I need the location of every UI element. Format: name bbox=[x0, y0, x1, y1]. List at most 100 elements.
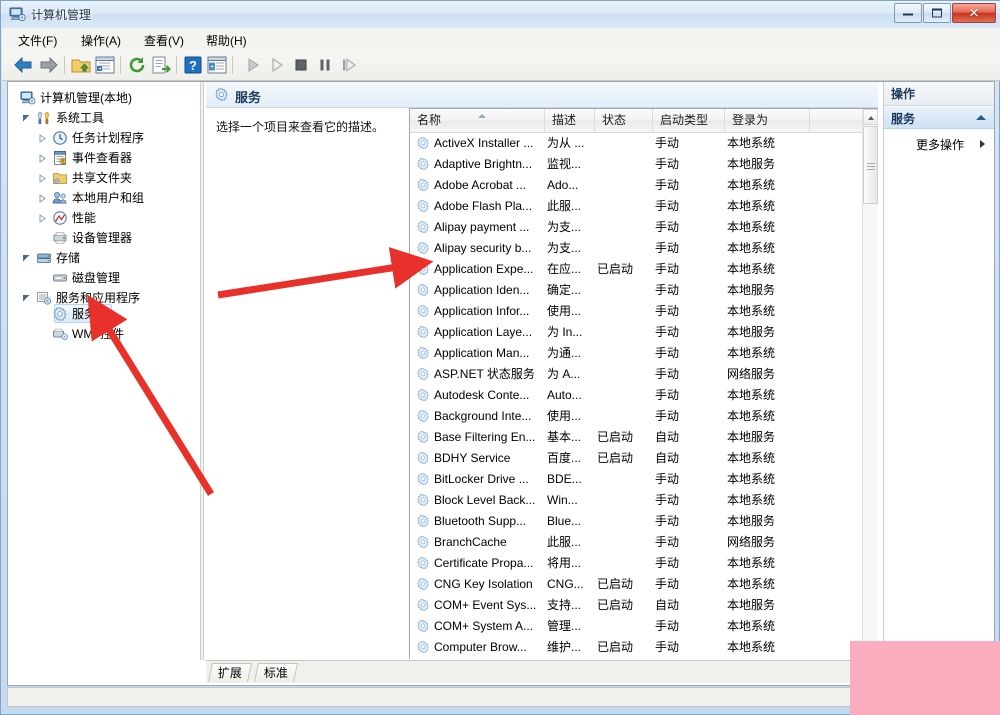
menu-view[interactable]: 查看(V) bbox=[140, 31, 188, 50]
column-header-log-on-as[interactable]: 登录为 bbox=[725, 109, 810, 132]
menu-action[interactable]: 操作(A) bbox=[77, 31, 125, 50]
expander-expanded-icon[interactable] bbox=[22, 114, 31, 123]
close-button[interactable]: ✕ bbox=[952, 3, 996, 23]
actions-group-services[interactable]: 服务 bbox=[884, 107, 994, 129]
cell-description: 支持... bbox=[547, 598, 582, 612]
collapse-up-icon[interactable] bbox=[976, 115, 986, 120]
table-row[interactable]: Background Inte... 使用... 手动 本地系统 bbox=[410, 406, 878, 427]
cell-description: 将用... bbox=[547, 556, 582, 570]
tab-standard[interactable]: 标准 bbox=[253, 663, 299, 682]
console-tree-pane[interactable]: 计算机管理(本地) 系统工具 任务计划程序 事件查看器 共享文件夹 本地用户和组… bbox=[8, 82, 200, 660]
minimize-button[interactable] bbox=[894, 3, 922, 23]
table-row[interactable]: COM+ System A... 管理... 手动 本地系统 bbox=[410, 616, 878, 637]
column-header-filler[interactable] bbox=[810, 109, 862, 132]
restart-service-button[interactable] bbox=[338, 54, 360, 76]
cell-status bbox=[597, 364, 653, 385]
table-row[interactable]: CNG Key Isolation CNG... 已启动 手动 本地系统 bbox=[410, 574, 878, 595]
expander-collapsed-icon[interactable] bbox=[38, 214, 47, 223]
export-list-icon bbox=[152, 56, 171, 74]
table-row[interactable]: Certificate Propa... 将用... 手动 本地系统 bbox=[410, 553, 878, 574]
action-more-actions[interactable]: 更多操作 bbox=[884, 134, 994, 154]
expander-expanded-icon[interactable] bbox=[22, 294, 31, 303]
cell-description: 管理... bbox=[547, 619, 582, 633]
table-row[interactable]: Adobe Flash Pla... 此服... 手动 本地系统 bbox=[410, 196, 878, 217]
table-row[interactable]: ASP.NET 状态服务为 A... 手动 网络服务 bbox=[410, 364, 878, 385]
table-row[interactable]: ActiveX Installer ... 为从 ... 手动 本地系统 bbox=[410, 133, 878, 154]
resume-service-button[interactable] bbox=[266, 54, 288, 76]
properties-button[interactable] bbox=[206, 54, 228, 76]
cell-service-name: COM+ System A... bbox=[434, 619, 534, 633]
export-list-button[interactable] bbox=[150, 54, 172, 76]
table-row[interactable]: Adobe Acrobat ... Ado... 手动 本地系统 bbox=[410, 175, 878, 196]
table-row[interactable]: BitLocker Drive ... BDE... 手动 本地系统 bbox=[410, 469, 878, 490]
expander-collapsed-icon[interactable] bbox=[38, 154, 47, 163]
view-tabs: 扩展 标准 bbox=[206, 660, 878, 683]
table-row[interactable]: COM+ Event Sys... 支持... 已启动 自动 本地服务 bbox=[410, 595, 878, 616]
cell-status bbox=[597, 385, 653, 406]
cell-log-on-as: 本地服务 bbox=[727, 157, 776, 171]
list-vertical-scrollbar[interactable] bbox=[862, 109, 878, 660]
cell-status bbox=[597, 280, 653, 301]
tab-extended[interactable]: 扩展 bbox=[207, 663, 253, 682]
toolbar: ? bbox=[2, 50, 1000, 81]
column-header-description[interactable]: 描述 bbox=[545, 109, 595, 132]
submenu-arrow-icon bbox=[980, 140, 985, 148]
services-list-view[interactable]: 名称 描述 状态 启动类型 登录为 ActiveX Installer ... 为… bbox=[409, 108, 878, 660]
cell-description: 为支... bbox=[547, 220, 582, 234]
table-row[interactable]: BDHY Service 百度... 已启动 自动 本地系统 bbox=[410, 448, 878, 469]
services-list-body[interactable]: ActiveX Installer ... 为从 ... 手动 本地系统 Adaptiv… bbox=[410, 133, 878, 660]
table-row[interactable]: Computer Brow... 维护... 已启动 手动 本地系统 bbox=[410, 637, 878, 658]
start-service-button[interactable] bbox=[242, 54, 264, 76]
table-row[interactable]: Application Laye... 为 In... 手动 本地服务 bbox=[410, 322, 878, 343]
table-row[interactable]: Application Expe... 在应... 已启动 手动 本地系统 bbox=[410, 259, 878, 280]
help-button[interactable]: ? bbox=[182, 54, 204, 76]
cell-status bbox=[597, 511, 653, 532]
cell-service-name: ActiveX Installer ... bbox=[434, 136, 534, 150]
pause-service-button[interactable] bbox=[314, 54, 336, 76]
forward-button[interactable] bbox=[38, 54, 60, 76]
stop-service-button[interactable] bbox=[290, 54, 312, 76]
column-header-startup-type[interactable]: 启动类型 bbox=[653, 109, 725, 132]
service-gear-icon bbox=[417, 577, 429, 591]
services-pane-header: 服务 bbox=[206, 82, 878, 108]
table-row[interactable]: Autodesk Conte... Auto... 手动 本地系统 bbox=[410, 385, 878, 406]
thumb-grip-line bbox=[867, 163, 875, 164]
table-row[interactable]: Bluetooth Supp... Blue... 手动 本地服务 bbox=[410, 511, 878, 532]
menu-help[interactable]: 帮助(H) bbox=[202, 31, 251, 50]
table-row[interactable]: Adaptive Brightn... 监视... 手动 本地服务 bbox=[410, 154, 878, 175]
table-row[interactable]: Application Man... 为通... 手动 本地系统 bbox=[410, 343, 878, 364]
expander-collapsed-icon[interactable] bbox=[38, 134, 47, 143]
table-row[interactable]: Alipay payment ... 为支... 手动 本地系统 bbox=[410, 217, 878, 238]
up-one-level-button[interactable] bbox=[70, 54, 92, 76]
cell-status bbox=[597, 217, 653, 238]
cell-startup-type: 手动 bbox=[655, 535, 680, 549]
cell-service-name: BranchCache bbox=[434, 535, 507, 549]
cell-startup-type: 手动 bbox=[655, 157, 680, 171]
menu-file[interactable]: 文件(F) bbox=[14, 31, 61, 50]
table-row[interactable]: BranchCache 此服... 手动 网络服务 bbox=[410, 532, 878, 553]
expander-expanded-icon[interactable] bbox=[22, 254, 31, 263]
cell-startup-type: 手动 bbox=[655, 514, 680, 528]
show-hide-tree-button[interactable] bbox=[94, 54, 116, 76]
title-bar[interactable]: 计算机管理 ✕ bbox=[1, 1, 1000, 28]
cell-status bbox=[597, 616, 653, 637]
cell-log-on-as: 本地系统 bbox=[727, 640, 776, 654]
scrollbar-thumb[interactable] bbox=[863, 126, 878, 204]
column-header-name[interactable]: 名称 bbox=[410, 109, 545, 132]
tree-pane-splitter[interactable] bbox=[200, 82, 204, 660]
expander-collapsed-icon[interactable] bbox=[38, 174, 47, 183]
back-button[interactable] bbox=[12, 54, 34, 76]
table-row[interactable]: Application Iden... 确定... 手动 本地服务 bbox=[410, 280, 878, 301]
refresh-button[interactable] bbox=[126, 54, 148, 76]
maximize-button[interactable] bbox=[923, 3, 951, 23]
expander-collapsed-icon[interactable] bbox=[38, 194, 47, 203]
cell-log-on-as: 本地系统 bbox=[727, 472, 776, 486]
table-row[interactable]: Application Infor... 使用... 手动 本地系统 bbox=[410, 301, 878, 322]
table-row[interactable]: Base Filtering En... 基本... 已启动 自动 本地服务 bbox=[410, 427, 878, 448]
scroll-up-button[interactable] bbox=[863, 109, 878, 125]
service-gear-icon bbox=[417, 409, 429, 423]
table-row[interactable]: Alipay security b... 为支... 手动 本地系统 bbox=[410, 238, 878, 259]
table-row[interactable]: Block Level Back... Win... 手动 本地系统 bbox=[410, 490, 878, 511]
service-gear-icon bbox=[417, 640, 429, 654]
column-header-status[interactable]: 状态 bbox=[595, 109, 653, 132]
